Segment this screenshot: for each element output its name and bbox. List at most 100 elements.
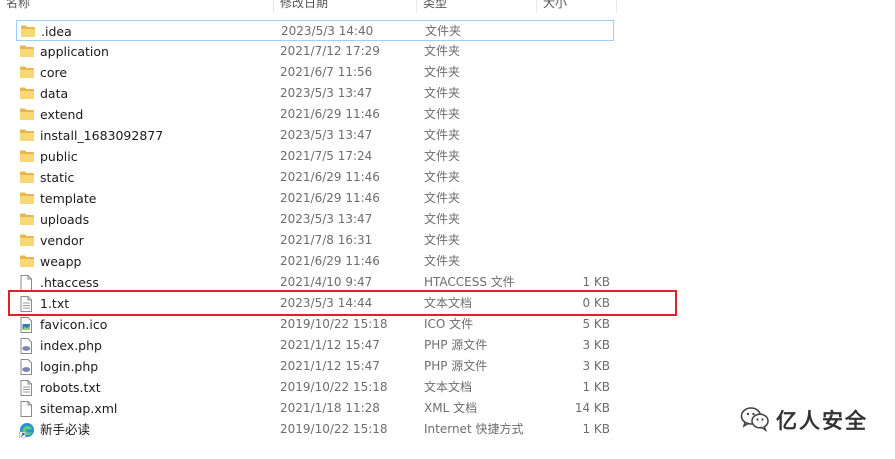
file-row[interactable]: robots.txt 2019/10/22 15:18 文本文档 1 KB [16, 377, 614, 398]
file-row[interactable]: core 2021/6/7 11:56 文件夹 [16, 62, 614, 83]
column-header: 名称 修改日期 类型 大小 [0, 0, 620, 13]
file-row[interactable]: favicon.ico 2019/10/22 15:18 ICO 文件 5 KB [16, 314, 614, 335]
file-name: extend [40, 107, 84, 122]
file-type: 文件夹 [424, 86, 461, 100]
file-type: 文件夹 [424, 212, 461, 226]
file-row[interactable]: vendor 2021/7/8 16:31 文件夹 [16, 230, 614, 251]
file-name: login.php [40, 359, 99, 374]
file-modified-date: 2023/5/3 14:40 [281, 24, 374, 38]
file-modified-date: 2023/5/3 13:47 [280, 86, 373, 100]
file-row[interactable]: template 2021/6/29 11:46 文件夹 [16, 188, 614, 209]
file-name: .idea [41, 24, 72, 39]
file-modified-date: 2021/7/12 17:29 [280, 44, 380, 58]
folder-icon [19, 167, 35, 188]
file-size [516, 62, 610, 83]
folder-icon [19, 230, 35, 251]
file-modified-date: 2019/10/22 15:18 [280, 380, 388, 394]
file-modified-date: 2021/1/12 15:47 [280, 338, 380, 352]
file-name: public [40, 149, 78, 164]
file-size [516, 251, 610, 272]
file-name: robots.txt [40, 380, 101, 395]
file-size: 3 KB [582, 359, 610, 373]
wechat-icon [740, 406, 770, 435]
column-header-size[interactable]: 大小 [537, 0, 617, 13]
file-size [516, 146, 610, 167]
file-type: 文件夹 [424, 107, 461, 121]
file-size [516, 125, 610, 146]
file-row[interactable]: login.php 2021/1/12 15:47 PHP 源文件 3 KB [16, 356, 614, 377]
file-type: 文件夹 [424, 233, 461, 247]
file-modified-date: 2023/5/3 13:47 [280, 128, 373, 142]
file-row[interactable]: .idea 2023/5/3 14:40 文件夹 [16, 20, 614, 41]
edge-shortcut-icon [19, 419, 35, 440]
folder-icon [19, 146, 35, 167]
file-type: 文件夹 [424, 149, 461, 163]
file-size [516, 188, 610, 209]
file-row[interactable]: static 2021/6/29 11:46 文件夹 [16, 167, 614, 188]
folder-icon [19, 251, 35, 272]
watermark-text: 亿人安全 [776, 409, 868, 433]
file-row[interactable]: weapp 2021/6/29 11:46 文件夹 [16, 251, 614, 272]
file-type: Internet 快捷方式 [424, 422, 524, 436]
file-type: 文件夹 [424, 191, 461, 205]
file-modified-date: 2021/7/5 17:24 [280, 149, 373, 163]
file-modified-date: 2021/6/29 11:46 [280, 191, 380, 205]
file-row[interactable]: data 2023/5/3 13:47 文件夹 [16, 83, 614, 104]
column-header-name[interactable]: 名称 [0, 0, 274, 13]
file-size [516, 104, 610, 125]
file-name: index.php [40, 338, 102, 353]
file-type: 文件夹 [425, 24, 462, 38]
folder-icon [19, 41, 35, 62]
file-name: 新手必读 [40, 422, 91, 437]
file-type: PHP 源文件 [424, 338, 488, 352]
php-file-icon [19, 356, 35, 377]
file-size: 5 KB [582, 317, 610, 331]
file-size: 1 KB [582, 422, 610, 436]
file-row[interactable]: index.php 2021/1/12 15:47 PHP 源文件 3 KB [16, 335, 614, 356]
file-modified-date: 2021/1/12 15:47 [280, 359, 380, 373]
file-size: 14 KB [574, 401, 610, 415]
file-type: 文本文档 [424, 380, 473, 394]
file-type: 文件夹 [424, 44, 461, 58]
folder-icon [20, 21, 36, 42]
file-type: 文件夹 [424, 254, 461, 268]
column-header-date[interactable]: 修改日期 [274, 0, 417, 13]
file-modified-date: 2021/1/18 11:28 [280, 401, 380, 415]
file-row[interactable]: extend 2021/6/29 11:46 文件夹 [16, 104, 614, 125]
file-name: weapp [40, 254, 82, 269]
file-name: install_1683092877 [40, 128, 164, 143]
folder-icon [19, 83, 35, 104]
file-type: 文件夹 [424, 170, 461, 184]
folder-icon [19, 209, 35, 230]
folder-icon [19, 125, 35, 146]
file-type: PHP 源文件 [424, 359, 488, 373]
file-name: sitemap.xml [40, 401, 118, 416]
watermark: 亿人安全 [740, 404, 868, 436]
file-size [516, 167, 610, 188]
file-name: application [40, 44, 109, 59]
file-modified-date: 2019/10/22 15:18 [280, 422, 388, 436]
file-type: ICO 文件 [424, 317, 474, 331]
file-row[interactable]: sitemap.xml 2021/1/18 11:28 XML 文档 14 KB [16, 398, 614, 419]
php-file-icon [19, 335, 35, 356]
file-row[interactable]: install_1683092877 2023/5/3 13:47 文件夹 [16, 125, 614, 146]
file-size [516, 230, 610, 251]
file-row[interactable]: uploads 2023/5/3 13:47 文件夹 [16, 209, 614, 230]
file-row[interactable]: application 2021/7/12 17:29 文件夹 [16, 41, 614, 62]
file-modified-date: 2023/5/3 13:47 [280, 212, 373, 226]
file-modified-date: 2019/10/22 15:18 [280, 317, 388, 331]
file-row[interactable]: 新手必读 2019/10/22 15:18 Internet 快捷方式 1 KB [16, 419, 614, 440]
file-name: favicon.ico [40, 317, 108, 332]
folder-icon [19, 188, 35, 209]
file-type: 文件夹 [424, 128, 461, 142]
highlight-annotation-box [8, 290, 677, 316]
file-type: 文件夹 [424, 65, 461, 79]
file-modified-date: 2021/7/8 16:31 [280, 233, 373, 247]
image-file-icon [19, 314, 35, 335]
column-header-type[interactable]: 类型 [417, 0, 537, 13]
file-name: template [40, 191, 97, 206]
file-row[interactable]: public 2021/7/5 17:24 文件夹 [16, 146, 614, 167]
file-type: XML 文档 [424, 401, 478, 415]
file-size [516, 209, 610, 230]
file-modified-date: 2021/6/29 11:46 [280, 254, 380, 268]
